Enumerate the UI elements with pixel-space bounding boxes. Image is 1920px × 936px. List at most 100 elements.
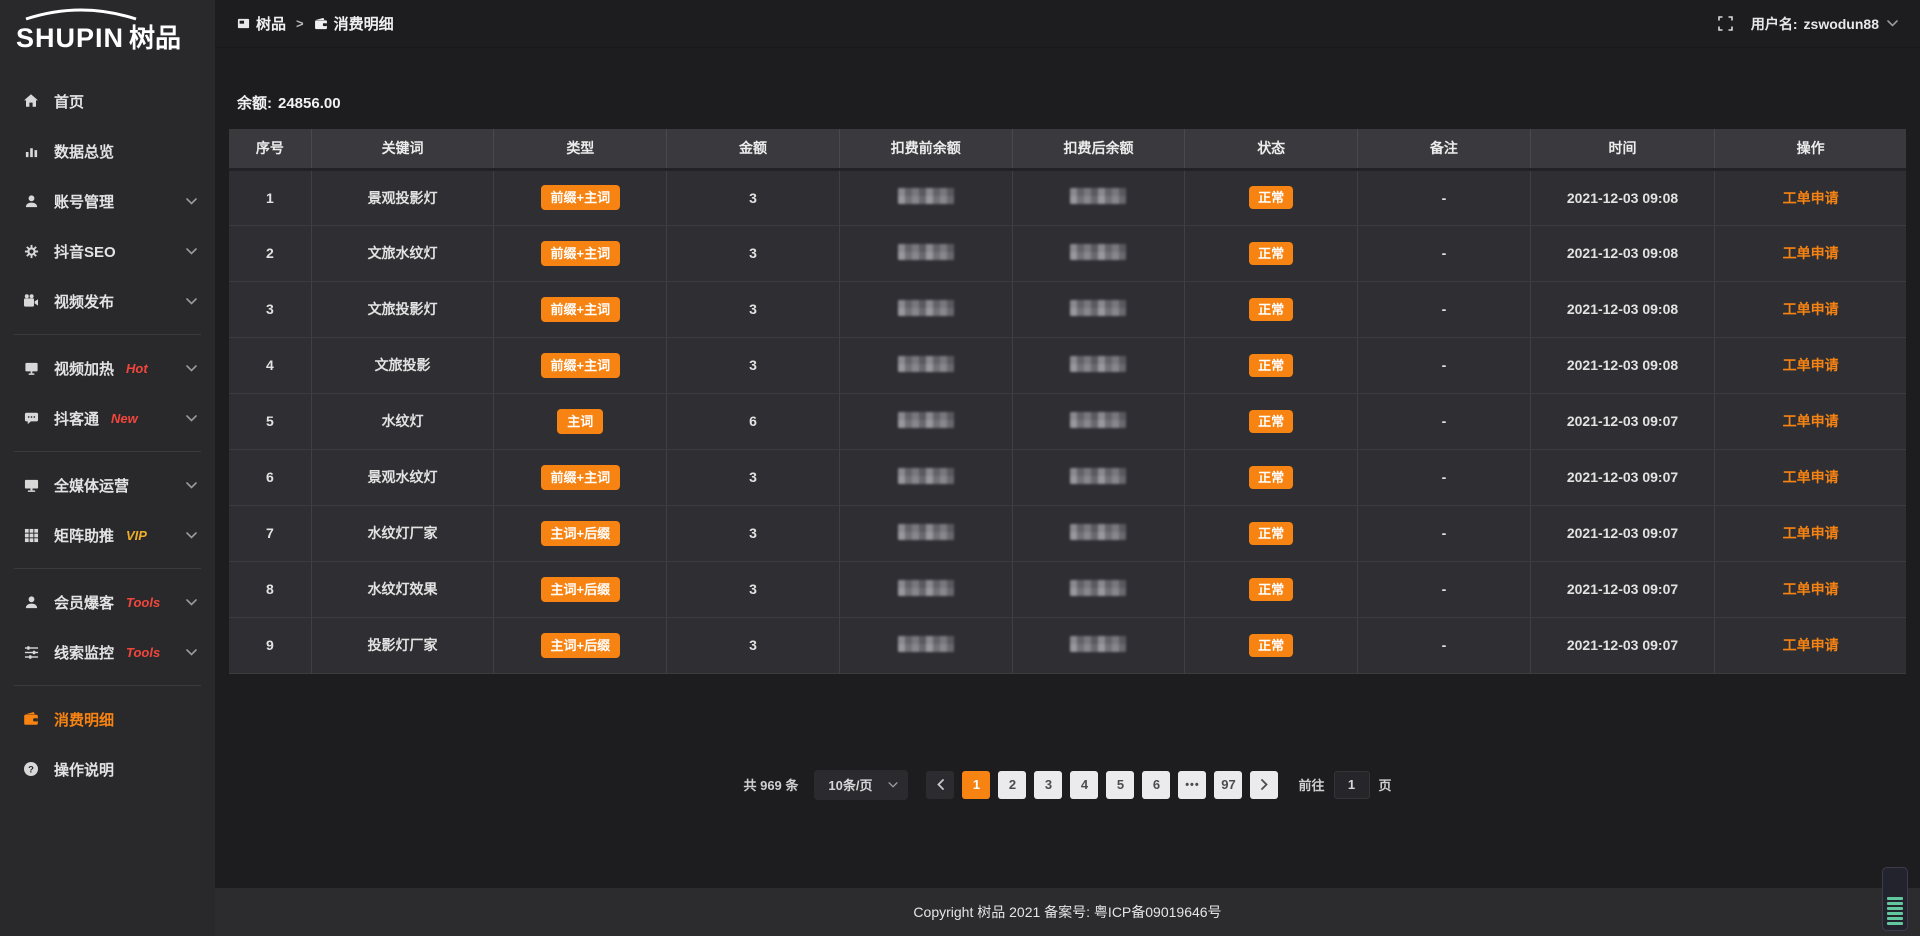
cell-type: 主词+后缀 bbox=[494, 561, 667, 617]
sidebar-item-member[interactable]: 会员爆客Tools bbox=[0, 577, 215, 627]
user-menu[interactable]: 用户名: zswodun88 bbox=[1751, 14, 1898, 34]
sidebar-item-douketong[interactable]: 抖客通New bbox=[0, 393, 215, 443]
type-badge: 前缀+主词 bbox=[541, 353, 621, 378]
sidebar: SHUPIN树品 首页数据总览账号管理抖音SEO视频发布视频加热Hot抖客通Ne… bbox=[0, 0, 215, 936]
next-page-button[interactable] bbox=[1250, 771, 1278, 799]
page-button-1[interactable]: 1 bbox=[962, 771, 990, 799]
goto-page-input[interactable] bbox=[1334, 771, 1370, 799]
cell-keyword: 水纹灯 bbox=[311, 393, 494, 449]
sidebar-item-data[interactable]: 数据总览 bbox=[0, 126, 215, 176]
ticket-apply-link[interactable]: 工单申请 bbox=[1783, 301, 1839, 317]
cell-balance-after bbox=[1012, 561, 1185, 617]
chevron-down-icon bbox=[186, 365, 197, 372]
sidebar-divider bbox=[14, 451, 201, 452]
cell-amount: 6 bbox=[667, 393, 840, 449]
chevron-down-icon bbox=[186, 599, 197, 606]
sidebar-item-consume[interactable]: 消费明细 bbox=[0, 694, 215, 744]
wallet-icon bbox=[22, 711, 40, 727]
cell-status: 正常 bbox=[1185, 449, 1358, 505]
cell-balance-after bbox=[1012, 281, 1185, 337]
ticket-apply-link[interactable]: 工单申请 bbox=[1783, 469, 1839, 485]
sidebar-item-publish[interactable]: 视频发布 bbox=[0, 276, 215, 326]
cell-index: 9 bbox=[229, 617, 311, 673]
footer: Copyright 树品 2021 备案号: 粤ICP备09019646号 bbox=[215, 888, 1920, 936]
cell-keyword: 水纹灯效果 bbox=[311, 561, 494, 617]
sidebar-item-clue[interactable]: 线索监控Tools bbox=[0, 627, 215, 677]
cell-time: 2021-12-03 09:07 bbox=[1530, 393, 1714, 449]
breadcrumb-item-shupin[interactable]: 树品 bbox=[237, 13, 286, 34]
cell-remark: - bbox=[1358, 225, 1531, 281]
cell-amount: 3 bbox=[667, 337, 840, 393]
ticket-apply-link[interactable]: 工单申请 bbox=[1783, 245, 1839, 261]
gear-icon bbox=[22, 244, 40, 259]
page-button-5[interactable]: 5 bbox=[1106, 771, 1134, 799]
status-badge: 正常 bbox=[1249, 578, 1293, 601]
cell-status: 正常 bbox=[1185, 337, 1358, 393]
prev-page-button[interactable] bbox=[926, 771, 954, 799]
breadcrumb-separator: > bbox=[296, 16, 304, 31]
masked-value bbox=[1070, 356, 1126, 372]
fullscreen-icon[interactable] bbox=[1718, 16, 1733, 31]
column-header: 扣费前余额 bbox=[839, 129, 1012, 169]
page-button-3[interactable]: 3 bbox=[1034, 771, 1062, 799]
masked-value bbox=[1070, 244, 1126, 260]
cell-balance-before bbox=[839, 281, 1012, 337]
person-icon bbox=[22, 595, 40, 610]
page-button-6[interactable]: 6 bbox=[1142, 771, 1170, 799]
cell-balance-after bbox=[1012, 505, 1185, 561]
cell-balance-after bbox=[1012, 393, 1185, 449]
column-header: 状态 bbox=[1185, 129, 1358, 169]
sidebar-item-heat[interactable]: 视频加热Hot bbox=[0, 343, 215, 393]
video-icon bbox=[22, 293, 40, 309]
consumption-table: 序号关键词类型金额扣费前余额扣费后余额状态备注时间操作 1景观投影灯前缀+主词3… bbox=[229, 129, 1906, 674]
sidebar-item-seo[interactable]: 抖音SEO bbox=[0, 226, 215, 276]
sidebar-item-matrix[interactable]: 矩阵助推VIP bbox=[0, 510, 215, 560]
masked-value bbox=[898, 580, 954, 596]
cell-keyword: 投影灯厂家 bbox=[311, 617, 494, 673]
sidebar-badge: Tools bbox=[126, 645, 160, 660]
sidebar-divider bbox=[14, 685, 201, 686]
sidebar-item-home[interactable]: 首页 bbox=[0, 76, 215, 126]
page-size-select[interactable]: 10条/页 bbox=[814, 770, 908, 800]
chevron-left-icon bbox=[937, 779, 944, 790]
sidebar-item-account[interactable]: 账号管理 bbox=[0, 176, 215, 226]
cell-action: 工单申请 bbox=[1715, 617, 1906, 673]
ticket-apply-link[interactable]: 工单申请 bbox=[1783, 637, 1839, 653]
sidebar-item-label: 抖音SEO bbox=[54, 241, 116, 262]
ticket-apply-link[interactable]: 工单申请 bbox=[1783, 357, 1839, 373]
page-button-97[interactable]: 97 bbox=[1214, 771, 1242, 799]
sidebar-divider bbox=[14, 568, 201, 569]
ticket-apply-link[interactable]: 工单申请 bbox=[1783, 581, 1839, 597]
masked-value bbox=[1070, 188, 1126, 204]
column-header: 类型 bbox=[494, 129, 667, 169]
breadcrumb: 树品 > 消费明细 bbox=[237, 13, 394, 34]
sidebar-badge: Tools bbox=[126, 595, 160, 610]
consumption-table-wrap: 序号关键词类型金额扣费前余额扣费后余额状态备注时间操作 1景观投影灯前缀+主词3… bbox=[229, 129, 1906, 674]
chart-icon bbox=[22, 144, 40, 159]
pagination-total: 共 969 条 bbox=[743, 775, 798, 794]
cell-remark: - bbox=[1358, 393, 1531, 449]
ticket-apply-link[interactable]: 工单申请 bbox=[1783, 190, 1839, 206]
column-header: 序号 bbox=[229, 129, 311, 169]
cell-balance-after bbox=[1012, 169, 1185, 225]
sidebar-item-help[interactable]: ?操作说明 bbox=[0, 744, 215, 794]
breadcrumb-item-consume[interactable]: 消费明细 bbox=[314, 13, 394, 34]
sidebar-item-media[interactable]: 全媒体运营 bbox=[0, 460, 215, 510]
cell-action: 工单申请 bbox=[1715, 393, 1906, 449]
ticket-apply-link[interactable]: 工单申请 bbox=[1783, 525, 1839, 541]
page-ellipsis-button[interactable]: ••• bbox=[1178, 771, 1206, 799]
cell-index: 1 bbox=[229, 169, 311, 225]
type-badge: 主词+后缀 bbox=[541, 633, 621, 658]
chat-icon bbox=[22, 411, 40, 426]
chevron-down-icon bbox=[186, 415, 197, 422]
page-button-2[interactable]: 2 bbox=[998, 771, 1026, 799]
sidebar-item-label: 矩阵助推 bbox=[54, 525, 114, 546]
cell-balance-after bbox=[1012, 225, 1185, 281]
page-button-4[interactable]: 4 bbox=[1070, 771, 1098, 799]
column-header: 金额 bbox=[667, 129, 840, 169]
browser-extension-widget[interactable] bbox=[1882, 867, 1908, 931]
status-badge: 正常 bbox=[1249, 354, 1293, 377]
ticket-apply-link[interactable]: 工单申请 bbox=[1783, 413, 1839, 429]
sidebar-item-label: 首页 bbox=[54, 91, 84, 112]
cell-remark: - bbox=[1358, 337, 1531, 393]
